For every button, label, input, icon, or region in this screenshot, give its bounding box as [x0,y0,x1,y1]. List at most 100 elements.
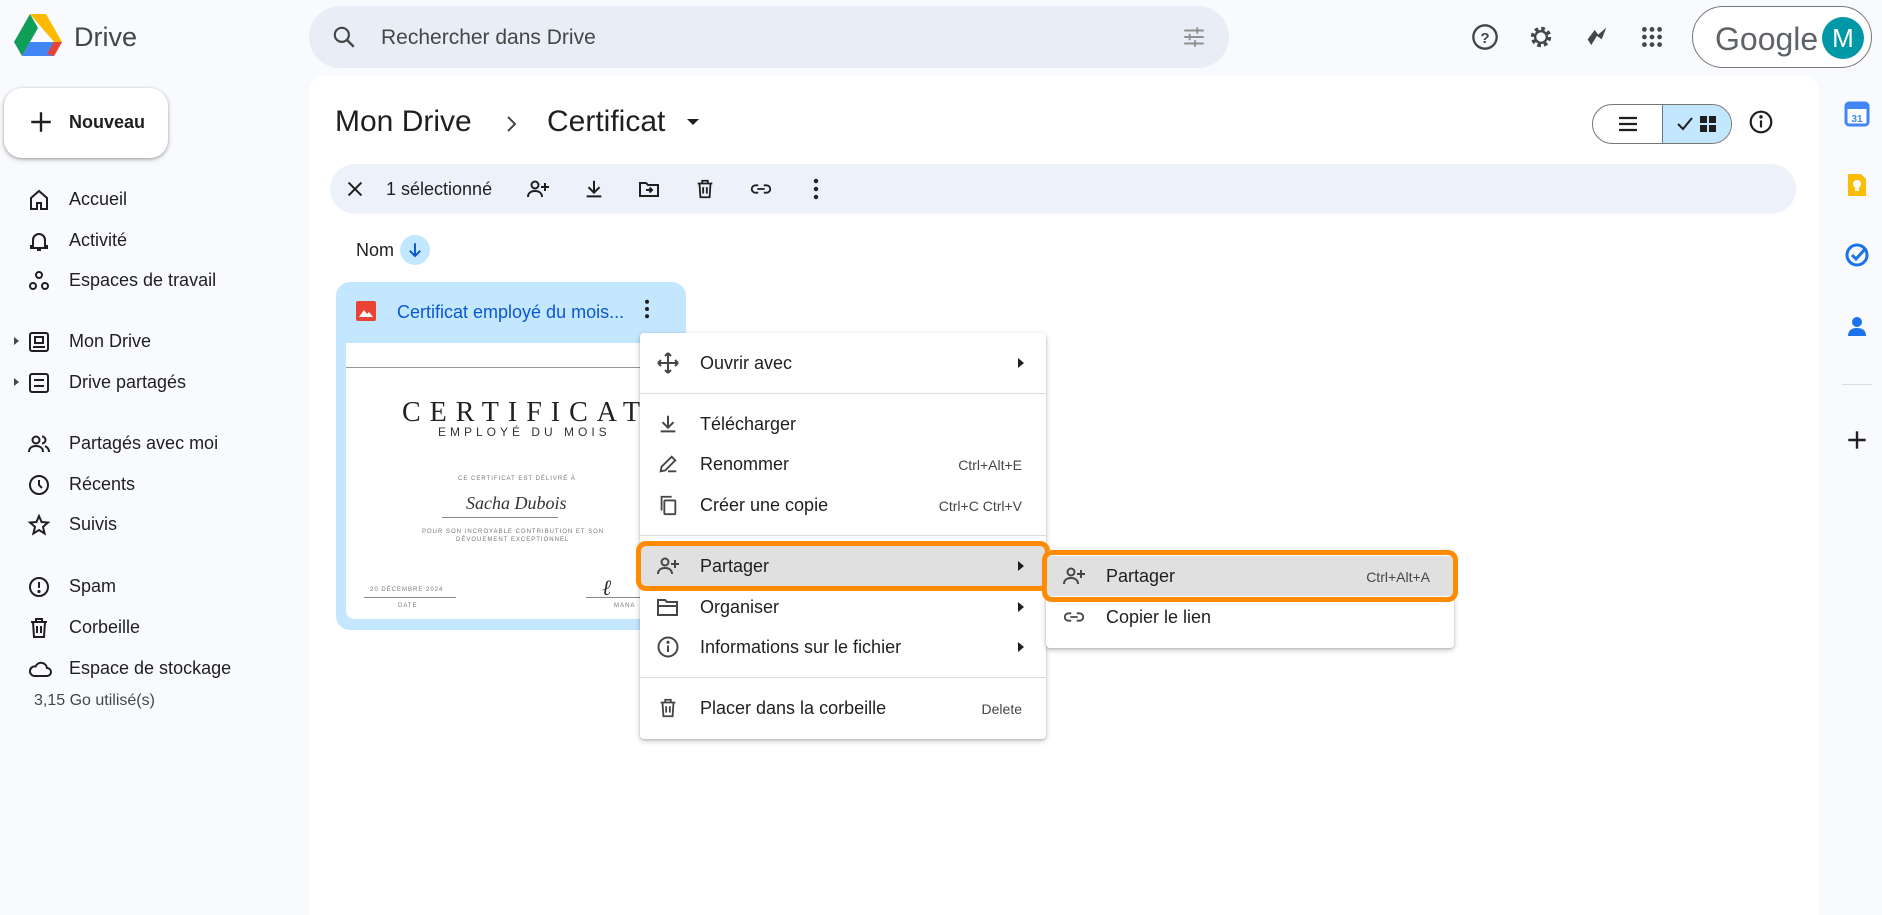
list-view-button[interactable] [1593,105,1662,143]
sidebar-item-label: Spam [69,576,117,596]
plus-icon [31,112,51,132]
file-thumbnail[interactable]: CERTIFICAT EMPLOYÉ DU MOIS CE CERTIFICAT… [346,343,646,619]
more-vert-icon[interactable] [804,177,828,201]
menu-item-label: Ouvrir avec [700,353,793,373]
menu-divider [640,677,1046,678]
menu-item-shortcut: Ctrl+C Ctrl+V [938,498,1022,514]
certificate-subtitle: EMPLOYÉ DU MOIS [438,425,611,439]
trash-icon[interactable] [693,177,717,201]
breadcrumb-current[interactable]: Certificat [547,105,665,139]
sidebar-item-label: Espace de stockage [69,658,232,678]
calendar-icon[interactable]: 31 [1844,101,1870,127]
contacts-icon[interactable] [1844,313,1870,339]
search-input[interactable]: Rechercher dans Drive [381,26,596,50]
grid-check-icon [1677,116,1716,132]
grid-view-button[interactable] [1662,105,1731,143]
sort-label[interactable]: Nom [356,240,394,261]
certificate-manager-label: MANA [614,603,636,609]
bell-icon [27,229,51,253]
star-icon [27,513,51,537]
menu-item-organize[interactable]: Organiser [640,587,1046,627]
sidebar-item-home[interactable]: Accueil [0,179,300,219]
add-addon-icon[interactable] [1844,427,1870,453]
more-vert-icon[interactable] [644,299,650,319]
arrow-down-icon [409,243,421,258]
settings-icon[interactable] [1526,22,1556,52]
tasks-icon[interactable] [1844,242,1870,268]
sidebar-item-spam[interactable]: Spam [0,566,300,606]
menu-item-rename[interactable]: Renommer Ctrl+Alt+E [640,444,1046,484]
search-bar[interactable]: Rechercher dans Drive [309,6,1229,68]
gemini-icon[interactable] [1582,22,1612,52]
sort-direction-button[interactable] [400,235,430,265]
chevron-right-icon [504,114,520,134]
search-options-icon[interactable] [1181,24,1207,50]
menu-item-download[interactable]: Télécharger [640,404,1046,444]
link-icon[interactable] [749,177,773,201]
expand-arrow-icon[interactable] [14,378,19,386]
certificate-reason-1: POUR SON INCROYABLE CONTRIBUTION ET SON [422,529,605,535]
menu-item-make-copy[interactable]: Créer une copie Ctrl+C Ctrl+V [640,485,1046,525]
move-to-folder-icon[interactable] [637,177,661,201]
new-button[interactable]: Nouveau [4,88,168,158]
sidebar-item-my-drive[interactable]: Mon Drive [0,321,300,361]
download-icon [656,412,680,436]
details-info-icon[interactable] [1748,109,1774,135]
breadcrumb-root[interactable]: Mon Drive [335,105,472,139]
menu-item-label: Télécharger [700,414,797,434]
spam-icon [27,575,51,599]
sidebar-item-workspaces[interactable]: Espaces de travail [0,260,300,300]
sidebar-item-starred[interactable]: Suivis [0,504,300,544]
menu-item-move-to-trash[interactable]: Placer dans la corbeille Delete [640,688,1046,728]
submenu-arrow-icon [1018,642,1024,652]
google-brand: Google [1715,21,1819,57]
selection-toolbar: 1 sélectionné [330,164,1796,214]
menu-divider [640,393,1046,394]
submenu-arrow-icon [1018,358,1024,368]
sidebar-item-trash[interactable]: Corbeille [0,607,300,647]
clock-icon [27,473,51,497]
sidebar-item-shared-drives[interactable]: Drive partagés [0,362,300,402]
sidebar-item-label: Corbeille [69,617,141,637]
trash-icon [656,696,680,720]
list-icon [1618,116,1637,132]
sidebar-item-label: Suivis [69,514,118,534]
avatar[interactable]: M [1822,17,1864,59]
sidebar-item-shared-with-me[interactable]: Partagés avec moi [0,423,300,463]
menu-item-open-with[interactable]: Ouvrir avec [640,343,1046,383]
apps-grid-icon[interactable] [1637,22,1667,52]
search-icon[interactable] [331,24,357,50]
file-name[interactable]: Certificat employé du mois... [397,302,624,323]
sidebar-item-activity[interactable]: Activité [0,220,300,260]
people-icon [27,432,51,456]
info-icon [656,635,680,659]
sidebar-item-label: Espaces de travail [69,270,217,290]
sidebar-item-storage[interactable]: Espace de stockage [0,648,300,688]
help-icon[interactable]: ? [1470,22,1500,52]
keep-icon[interactable] [1844,172,1870,198]
expand-arrow-icon[interactable] [14,337,19,345]
account-button[interactable]: Google M [1692,6,1872,68]
sidebar-item-recent[interactable]: Récents [0,464,300,504]
caret-down-icon[interactable] [687,119,699,125]
svg-text:?: ? [1480,30,1489,47]
new-button-label: Nouveau [69,112,146,132]
menu-item-label: Placer dans la corbeille [700,698,887,718]
menu-item-shortcut: Delete [981,701,1022,717]
shared-drives-icon [27,371,51,395]
context-menu: Ouvrir avec Télécharger Renommer Ctrl+Al… [640,333,1046,739]
signature-underline [586,597,646,598]
sidebar-item-label: Accueil [69,189,128,209]
submenu-item-copy-link[interactable]: Copier le lien [1046,597,1454,637]
download-icon[interactable] [582,177,606,201]
view-toggle[interactable] [1592,104,1732,144]
close-icon[interactable] [344,178,366,200]
sidebar-item-label: Partagés avec moi [69,433,219,453]
menu-item-file-info[interactable]: Informations sur le fichier [640,627,1046,667]
sidebar-item-label: Récents [69,474,136,494]
menu-item-label: Copier le lien [1106,607,1212,627]
drive-logo[interactable] [14,14,62,60]
share-icon[interactable] [526,177,550,201]
trash-icon [27,616,51,640]
certificate-awarded-to: CE CERTIFICAT EST DÉLIVRÉ À [458,476,576,482]
